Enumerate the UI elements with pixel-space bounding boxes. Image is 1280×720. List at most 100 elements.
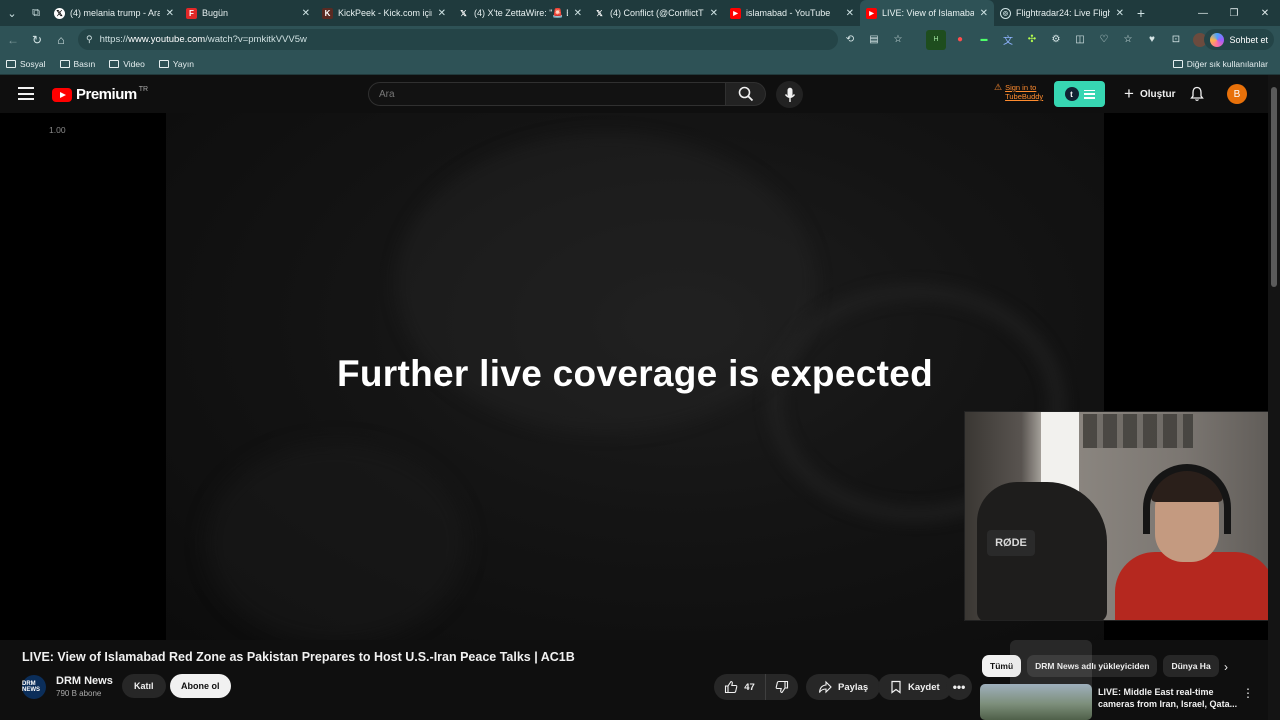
close-tab-icon[interactable]: ✕	[574, 8, 582, 19]
search-input[interactable]	[379, 88, 725, 100]
bookmark-label: Basın	[73, 58, 96, 69]
youtube-icon: ▶	[866, 7, 877, 19]
webcam-microphone: RØDE	[987, 530, 1035, 556]
extensions-puzzle-icon[interactable]: ⚙	[1046, 30, 1066, 50]
extension-ublock-icon[interactable]: ✣	[1022, 30, 1042, 50]
close-tab-icon[interactable]: ✕	[980, 8, 988, 19]
recommended-video[interactable]: LIVE: Middle East real-time cameras from…	[980, 684, 1270, 720]
home-icon[interactable]: ⌂	[49, 28, 73, 52]
recommended-video-thumbnail[interactable]	[980, 684, 1092, 720]
reader-view-icon[interactable]: ▤	[864, 30, 884, 50]
close-tab-icon[interactable]: ✕	[438, 8, 446, 19]
tubebuddy-line2: TubeBuddy	[1005, 92, 1044, 101]
voice-search-button[interactable]	[776, 81, 803, 108]
workspaces-icon[interactable]: ⧉	[24, 1, 48, 25]
join-button[interactable]: Katıl	[122, 674, 166, 698]
save-label: Kaydet	[908, 681, 940, 693]
x-icon: 𝕏	[596, 8, 603, 18]
close-tab-icon[interactable]: ✕	[166, 8, 174, 19]
folder-icon	[59, 59, 70, 68]
create-label: Oluştur	[1139, 88, 1176, 100]
notifications-bell-icon[interactable]	[1189, 86, 1205, 102]
browser-tab[interactable]: ▶ islamabad - YouTube ✕	[724, 0, 860, 26]
tab-actions-chevron-icon[interactable]: ⌄	[0, 1, 24, 25]
extension-record-icon[interactable]: ●	[950, 30, 970, 50]
address-bar[interactable]: ⚲ https://www.youtube.com/watch?v=pmkitk…	[78, 29, 838, 50]
dislike-button[interactable]	[766, 674, 798, 700]
search-box[interactable]	[368, 82, 726, 106]
thumbs-down-icon	[775, 680, 789, 694]
youtube-premium-logo[interactable]: Premium TR	[52, 86, 148, 103]
channel-name[interactable]: DRM News	[56, 675, 113, 687]
bookmark-label: Sosyal	[20, 58, 46, 69]
site-info-icon[interactable]: ⚲	[86, 34, 93, 45]
more-actions-button[interactable]: •••	[946, 674, 972, 700]
bookmark-folder[interactable]: Video	[109, 59, 145, 69]
copilot-chat-button[interactable]: Sohbet et	[1204, 29, 1274, 50]
bookmark-folder[interactable]: Sosyal	[6, 59, 46, 69]
browser-tab[interactable]: F Bugün ✕	[180, 0, 316, 26]
bookmark-folder[interactable]: Yayın	[158, 59, 194, 69]
join-label: Katıl	[134, 681, 154, 691]
restore-window-icon[interactable]: ❐	[1219, 0, 1249, 26]
favorite-star-icon[interactable]: ☆	[888, 30, 908, 50]
channel-avatar[interactable]: DRM NEWS	[22, 675, 46, 699]
extension-hd-icon[interactable]: H	[926, 29, 946, 50]
kickpeek-icon: K	[322, 7, 333, 19]
extension-toolbar: ⟲ ▤ ☆ H ● ▬ 文 ✣ ⚙ ◫ ♡ ☆ ♥ ⊡ ⋯	[840, 29, 1234, 50]
close-tab-icon[interactable]: ✕	[846, 8, 854, 19]
translate-icon[interactable]: ⟲	[840, 30, 860, 50]
like-button[interactable]: 47	[714, 674, 766, 700]
reload-icon[interactable]: ↻	[25, 28, 49, 52]
tubebuddy-logo-icon: t	[1064, 87, 1079, 101]
browser-tab-active[interactable]: ▶ LIVE: View of Islamabad Re ✕	[860, 0, 994, 26]
tab-title: Bugün	[202, 8, 229, 18]
extension-translate-icon[interactable]: 文	[998, 30, 1018, 50]
browser-tab[interactable]: 𝕏 (4) X'te ZettaWire: "🚨 Başl ✕	[452, 0, 588, 26]
browser-essentials-icon[interactable]: ♡	[1094, 30, 1114, 50]
search-button[interactable]	[726, 82, 766, 106]
page-scrollbar[interactable]	[1268, 75, 1280, 720]
chip-label: Dünya Ha	[1171, 661, 1211, 671]
folder-icon	[109, 59, 120, 68]
other-bookmarks-label: Diğer sık kullanılanlar	[1186, 59, 1268, 69]
recommended-video-title[interactable]: LIVE: Middle East real-time cameras from…	[1098, 686, 1248, 710]
tab-title: (4) X'te ZettaWire: "🚨 Başl	[474, 7, 568, 18]
tab-title: LIVE: View of Islamabad Re	[882, 8, 974, 18]
extension-green-icon[interactable]: ▬	[974, 30, 994, 50]
screenshot-icon[interactable]: ⊡	[1166, 30, 1186, 50]
collections-icon[interactable]: ♥	[1142, 30, 1162, 50]
tubebuddy-menu-button[interactable]: t	[1054, 81, 1105, 107]
subscribe-button[interactable]: Abone ol	[170, 674, 231, 698]
guide-menu-icon[interactable]	[18, 87, 34, 100]
chip-world-news[interactable]: Dünya Ha	[1163, 655, 1219, 677]
close-window-icon[interactable]: ✕	[1250, 0, 1280, 26]
tab-title: islamabad - YouTube	[746, 8, 831, 18]
tubebuddy-signin-link[interactable]: ⚠ Sign in to TubeBuddy	[994, 83, 1044, 102]
more-horizontal-icon: •••	[952, 680, 966, 694]
bookmark-folder[interactable]: Basın	[59, 58, 96, 69]
minimize-window-icon[interactable]: —	[1188, 0, 1218, 26]
scrollbar-thumb[interactable]	[1271, 87, 1277, 287]
account-avatar[interactable]: B	[1227, 84, 1247, 104]
other-bookmarks[interactable]: Diğer sık kullanılanlar	[1172, 53, 1268, 75]
close-tab-icon[interactable]: ✕	[1116, 8, 1124, 19]
new-tab-plus-icon[interactable]: +	[1130, 5, 1152, 21]
browser-tab[interactable]: ◎ Flightradar24: Live Flight Tr ✕	[994, 0, 1130, 26]
tab-title: Flightradar24: Live Flight Tr	[1016, 8, 1110, 18]
close-tab-icon[interactable]: ✕	[710, 8, 718, 19]
back-arrow-icon[interactable]: ←	[1, 28, 25, 52]
share-label: Paylaş	[838, 681, 869, 693]
browser-tab[interactable]: 𝕏 (4) Conflict (@ConflictTR) / ✕	[588, 0, 724, 26]
more-vertical-icon[interactable]: ⋮	[1242, 686, 1254, 700]
browser-tab[interactable]: 𝕏 (4) melania trump - Ara ✕	[48, 0, 180, 26]
browser-tab[interactable]: K KickPeek - Kick.com için Ge ✕	[316, 0, 452, 26]
split-screen-icon[interactable]: ◫	[1070, 30, 1090, 50]
close-tab-icon[interactable]: ✕	[302, 8, 310, 19]
save-button[interactable]: Kaydet	[878, 674, 952, 700]
favorites-icon[interactable]: ☆	[1118, 30, 1138, 50]
share-button[interactable]: Paylaş	[806, 674, 881, 700]
chevron-right-icon[interactable]: ›	[1224, 660, 1228, 674]
create-button[interactable]: + Oluştur	[1116, 81, 1184, 107]
